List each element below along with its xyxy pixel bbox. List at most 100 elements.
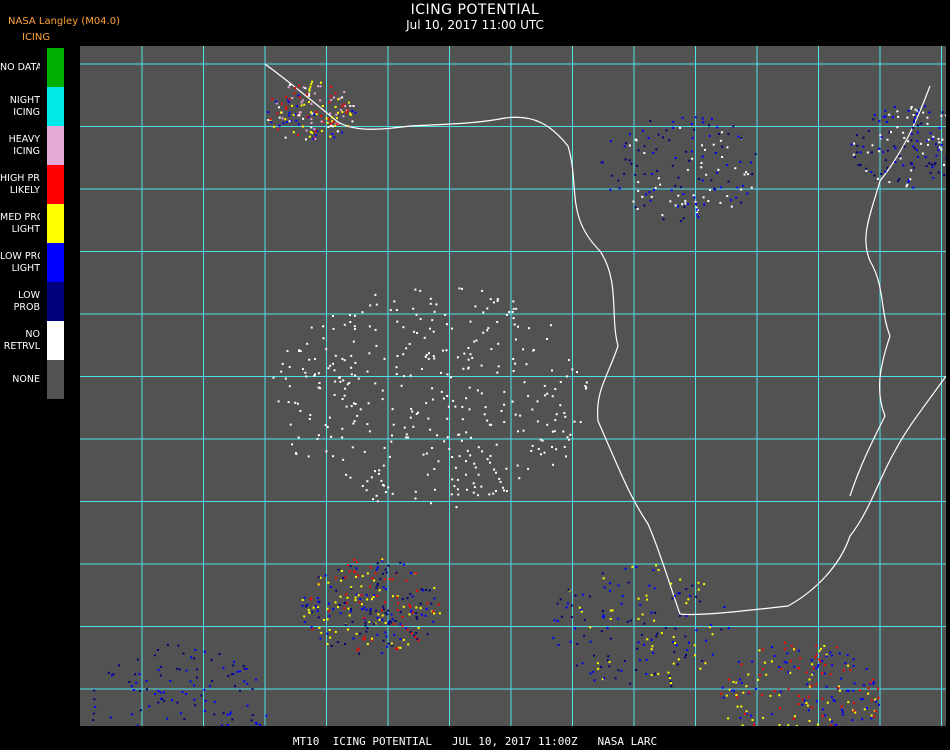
retrieval-pixel <box>317 372 320 375</box>
retrieval-pixel <box>656 632 659 635</box>
retrieval-pixel <box>801 698 804 701</box>
retrieval-pixel <box>486 329 489 332</box>
retrieval-pixel <box>298 114 301 117</box>
retrieval-pixel <box>204 699 207 702</box>
retrieval-pixel <box>482 331 485 334</box>
retrieval-pixel <box>657 568 660 571</box>
retrieval-pixel <box>461 287 463 290</box>
retrieval-pixel <box>369 566 372 569</box>
retrieval-pixel <box>388 620 391 622</box>
retrieval-pixel <box>721 156 724 158</box>
retrieval-pixel <box>288 111 291 114</box>
retrieval-pixel <box>684 199 687 202</box>
retrieval-pixel <box>694 654 696 657</box>
retrieval-pixel <box>383 357 386 360</box>
retrieval-pixel <box>354 575 357 578</box>
retrieval-pixel <box>821 697 824 700</box>
retrieval-pixel <box>351 620 354 623</box>
retrieval-pixel <box>231 718 234 721</box>
retrieval-pixel <box>636 164 639 167</box>
retrieval-pixel <box>305 375 308 378</box>
retrieval-pixel <box>474 466 477 469</box>
retrieval-pixel <box>276 112 279 115</box>
retrieval-pixel <box>602 577 605 580</box>
retrieval-pixel <box>483 413 486 416</box>
retrieval-pixel <box>677 658 680 661</box>
retrieval-pixel <box>382 572 384 575</box>
retrieval-pixel <box>867 130 870 132</box>
retrieval-pixel <box>505 490 508 493</box>
retrieval-pixel <box>335 117 338 120</box>
retrieval-pixel <box>232 660 235 663</box>
retrieval-pixel <box>778 724 781 726</box>
retrieval-pixel <box>559 598 562 601</box>
retrieval-pixel <box>654 672 656 675</box>
retrieval-pixel <box>314 134 317 137</box>
retrieval-pixel <box>275 102 278 105</box>
retrieval-pixel <box>251 688 254 690</box>
retrieval-pixel <box>759 674 761 677</box>
retrieval-pixel <box>350 354 353 357</box>
retrieval-pixel <box>330 124 332 127</box>
retrieval-pixel <box>685 602 688 605</box>
retrieval-pixel <box>157 649 159 651</box>
retrieval-pixel <box>583 634 586 637</box>
retrieval-pixel <box>697 216 700 219</box>
retrieval-pixel <box>335 113 338 116</box>
legend-item-low-prob: LOW PROB <box>0 282 66 321</box>
retrieval-pixel <box>623 172 626 175</box>
retrieval-pixel <box>334 601 337 604</box>
retrieval-pixel <box>856 134 858 137</box>
retrieval-pixel <box>159 665 162 668</box>
retrieval-pixel <box>378 472 380 475</box>
retrieval-pixel <box>284 136 287 139</box>
retrieval-pixel <box>838 689 841 692</box>
retrieval-pixel <box>877 687 880 690</box>
retrieval-pixel <box>641 195 644 198</box>
retrieval-pixel <box>203 709 206 712</box>
retrieval-pixel <box>786 652 789 655</box>
retrieval-pixel <box>559 404 562 407</box>
retrieval-pixel <box>780 667 783 670</box>
retrieval-pixel <box>359 598 362 600</box>
retrieval-pixel <box>344 642 347 645</box>
retrieval-pixel <box>525 363 528 366</box>
retrieval-pixel <box>359 632 362 635</box>
retrieval-pixel <box>311 80 314 83</box>
retrieval-pixel <box>333 393 336 396</box>
retrieval-pixel <box>369 608 372 610</box>
retrieval-pixel <box>427 357 430 360</box>
retrieval-pixel <box>512 358 515 360</box>
retrieval-pixel <box>810 684 813 687</box>
retrieval-pixel <box>471 356 474 359</box>
retrieval-pixel <box>348 570 351 573</box>
retrieval-pixel <box>560 615 563 618</box>
retrieval-pixel <box>414 490 417 493</box>
retrieval-pixel <box>592 670 595 673</box>
retrieval-pixel <box>373 579 376 582</box>
retrieval-pixel <box>745 710 748 713</box>
retrieval-pixel <box>711 653 714 656</box>
retrieval-pixel <box>314 373 316 376</box>
retrieval-pixel <box>610 174 613 177</box>
retrieval-pixel <box>380 479 383 482</box>
retrieval-pixel <box>93 698 96 701</box>
retrieval-pixel <box>288 114 290 117</box>
retrieval-pixel <box>423 336 426 339</box>
retrieval-pixel <box>650 195 653 198</box>
retrieval-pixel <box>139 689 142 692</box>
retrieval-pixel <box>554 388 557 391</box>
retrieval-pixel <box>822 708 824 711</box>
retrieval-pixel <box>408 613 411 616</box>
retrieval-pixel <box>446 436 449 439</box>
retrieval-pixel <box>308 135 311 138</box>
retrieval-pixel <box>92 719 95 722</box>
retrieval-pixel <box>350 373 353 376</box>
retrieval-pixel <box>546 423 549 426</box>
retrieval-pixel <box>463 352 466 355</box>
retrieval-pixel <box>402 353 405 356</box>
retrieval-pixel <box>415 412 418 415</box>
retrieval-pixel <box>326 607 329 610</box>
retrieval-pixel <box>334 380 337 383</box>
retrieval-pixel <box>355 567 358 570</box>
